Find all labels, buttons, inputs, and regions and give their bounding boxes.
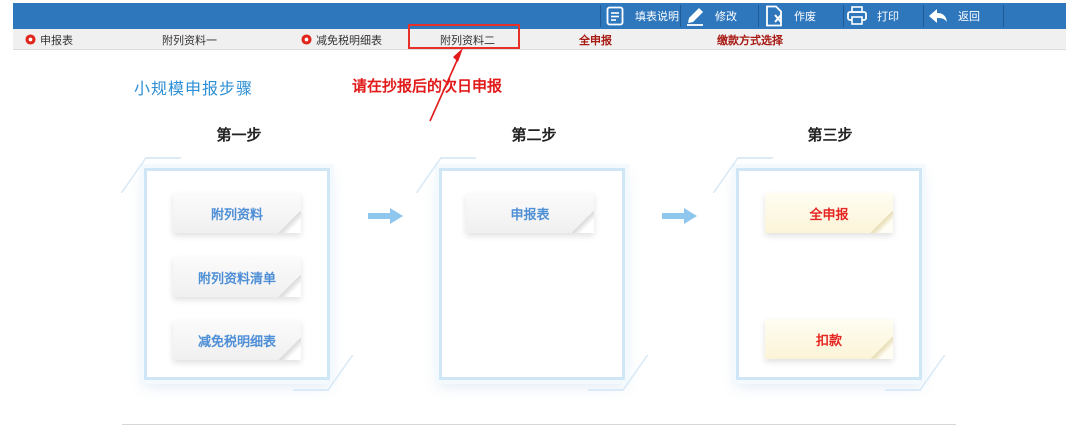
step-two-title: 第二步 — [511, 126, 557, 144]
step-one-panel: 附列资料 附列资料清单 减免税明细表 — [144, 168, 330, 380]
tax-relief-card[interactable]: 减免税明细表 — [173, 320, 301, 360]
attachment-card[interactable]: 附列资料 — [173, 193, 301, 233]
card-label: 减免税明细表 — [197, 334, 276, 350]
page-title: 小规模申报步骤 — [134, 79, 254, 98]
card-label: 扣款 — [815, 333, 842, 349]
step-arrow-icon — [662, 208, 697, 224]
annotation-text: 请在抄报后的次日申报 — [352, 77, 503, 95]
attachment-list-card[interactable]: 附列资料清单 — [173, 257, 301, 297]
declaration-form-card[interactable]: 申报表 — [466, 193, 594, 233]
card-label: 附列资料 — [210, 207, 263, 223]
bottom-divider — [122, 424, 956, 425]
step-three-title: 第三步 — [807, 126, 853, 144]
step-three-panel: 全申报 扣款 — [736, 168, 922, 380]
card-label: 附列资料清单 — [197, 271, 276, 287]
card-label: 全申报 — [809, 207, 849, 223]
deduction-card[interactable]: 扣款 — [765, 319, 893, 359]
full-declaration-card[interactable]: 全申报 — [765, 193, 893, 233]
step-arrow-icon — [368, 208, 403, 224]
step-one-title: 第一步 — [216, 126, 262, 144]
step-two-panel: 申报表 — [439, 168, 625, 380]
card-label: 申报表 — [510, 207, 550, 223]
